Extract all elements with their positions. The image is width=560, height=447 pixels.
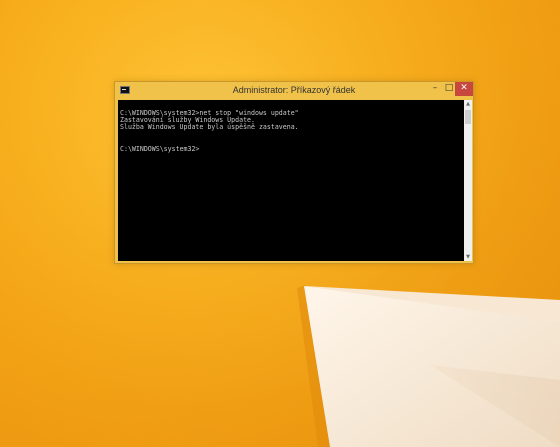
maximize-button[interactable]: □: [443, 82, 455, 96]
console-line: Služba Windows Update byla úspěšně zasta…: [120, 123, 299, 132]
window-title: Administrator: Příkazový řádek: [232, 85, 356, 95]
console-text: C:\WINDOWS\system32>net stop "windows up…: [120, 109, 299, 153]
scroll-thumb[interactable]: [465, 110, 471, 124]
console-output-area[interactable]: C:\WINDOWS\system32>net stop "windows up…: [118, 100, 464, 261]
vertical-scrollbar[interactable]: ▲ ▼: [464, 100, 472, 261]
title-bar[interactable]: Administrator: Příkazový řádek – □ ✕: [115, 82, 473, 100]
close-button[interactable]: ✕: [455, 82, 473, 96]
console-prompt-line: C:\WINDOWS\system32>: [120, 144, 200, 153]
command-prompt-window[interactable]: Administrator: Příkazový řádek – □ ✕ C:\…: [114, 81, 474, 264]
minimize-button[interactable]: –: [429, 82, 441, 96]
scroll-up-arrow-icon[interactable]: ▲: [464, 100, 472, 108]
scroll-down-arrow-icon[interactable]: ▼: [464, 253, 472, 261]
